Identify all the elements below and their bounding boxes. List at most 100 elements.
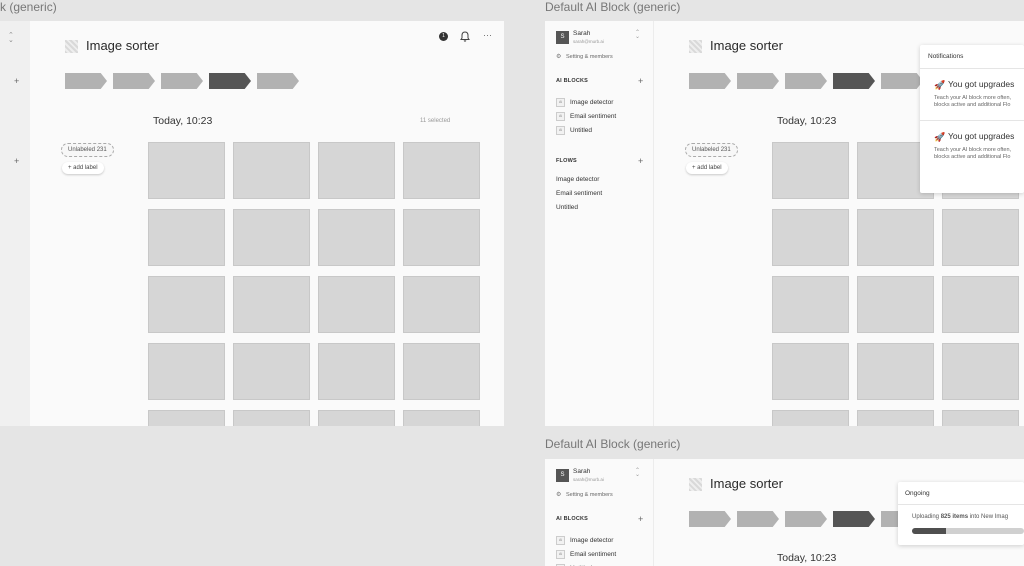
- step-2[interactable]: [113, 73, 155, 89]
- image-tile[interactable]: [233, 343, 310, 400]
- flows-heading: FLOWS: [556, 158, 577, 164]
- add-ai-block-button[interactable]: +: [638, 514, 643, 524]
- step-4-active[interactable]: [833, 511, 875, 527]
- sidebar-item-email-sentiment[interactable]: Ai Email sentiment: [556, 112, 616, 121]
- settings-link[interactable]: Setting & members: [566, 54, 613, 60]
- image-tile[interactable]: [148, 142, 225, 199]
- divider: [898, 504, 1024, 505]
- right-bottom-frame: S Sarah sarah@murb.ai ⌃ ⌄ ⚙ Setting & mem…: [545, 459, 1024, 566]
- datetime-heading: Today, 10:23: [777, 552, 837, 564]
- rocket-icon: 🚀: [934, 132, 946, 142]
- image-tile[interactable]: [233, 209, 310, 266]
- image-tile[interactable]: [318, 410, 395, 426]
- more-options-icon[interactable]: ···: [483, 30, 492, 40]
- step-4-active[interactable]: [833, 73, 875, 89]
- image-tile[interactable]: [772, 276, 849, 333]
- stepper: [65, 73, 299, 89]
- ai-block-icon: Ai: [556, 550, 565, 559]
- image-tile[interactable]: [942, 410, 1019, 426]
- datetime-heading: Today, 10:23: [153, 115, 213, 127]
- page-title: Image sorter: [710, 38, 783, 53]
- upload-progress-bar: [912, 528, 1024, 534]
- image-tile[interactable]: [942, 276, 1019, 333]
- step-3[interactable]: [785, 511, 827, 527]
- image-tile[interactable]: [857, 410, 934, 426]
- image-tile[interactable]: [403, 209, 480, 266]
- account-switch-icon[interactable]: ⌃ ⌄: [635, 30, 640, 40]
- image-tile[interactable]: [318, 142, 395, 199]
- image-tile[interactable]: [233, 410, 310, 426]
- image-tile[interactable]: [318, 343, 395, 400]
- upload-status-text: Uploading 825 items into New Imag: [912, 514, 1009, 520]
- add-label-button[interactable]: + add label: [686, 162, 728, 174]
- account-switch-icon[interactable]: ⌃ ⌄: [635, 468, 640, 478]
- sidebar-item-image-detector[interactable]: Ai Image detector: [556, 536, 613, 545]
- image-tile[interactable]: [403, 410, 480, 426]
- image-tile[interactable]: [318, 209, 395, 266]
- sidebar-item-email-sentiment[interactable]: Ai Email sentiment: [556, 550, 616, 559]
- image-tile[interactable]: [403, 276, 480, 333]
- label-pill-unlabeled[interactable]: Unlabeled 231: [685, 143, 738, 157]
- sidebar-flow-email-sentiment[interactable]: Email sentiment: [556, 190, 602, 197]
- image-tile[interactable]: [318, 276, 395, 333]
- image-tile[interactable]: [233, 142, 310, 199]
- ongoing-title: Ongoing: [905, 490, 930, 497]
- notification-text: blocks active and additional Flo: [934, 102, 1011, 108]
- gear-icon[interactable]: ⚙: [556, 53, 561, 60]
- sidebar-item-image-detector[interactable]: Ai Image detector: [556, 98, 613, 107]
- image-grid: [148, 142, 480, 426]
- bell-icon[interactable]: [460, 31, 470, 42]
- step-2[interactable]: [737, 73, 779, 89]
- page-title: Image sorter: [710, 476, 783, 491]
- ai-block-icon: Ai: [556, 536, 565, 545]
- step-5[interactable]: [881, 73, 923, 89]
- image-tile[interactable]: [857, 209, 934, 266]
- notification-count-badge[interactable]: 1: [439, 32, 448, 41]
- image-tile[interactable]: [148, 410, 225, 426]
- image-tile[interactable]: [148, 276, 225, 333]
- image-tile[interactable]: [942, 343, 1019, 400]
- image-tile[interactable]: [857, 343, 934, 400]
- image-tile[interactable]: [772, 410, 849, 426]
- image-tile[interactable]: [403, 142, 480, 199]
- add-ai-block-button[interactable]: +: [638, 76, 643, 86]
- step-1[interactable]: [689, 511, 731, 527]
- ai-blocks-heading: AI BLOCKS: [556, 516, 589, 522]
- image-tile[interactable]: [942, 209, 1019, 266]
- image-tile[interactable]: [772, 343, 849, 400]
- step-4-active[interactable]: [209, 73, 251, 89]
- step-2[interactable]: [737, 511, 779, 527]
- image-tile[interactable]: [772, 209, 849, 266]
- label-pill-unlabeled[interactable]: Unlabeled 231: [61, 143, 114, 157]
- right-top-frame: S Sarah sarah@murb.ai ⌃ ⌄ ⚙ Setting & mem…: [545, 21, 1024, 426]
- image-tile[interactable]: [233, 276, 310, 333]
- image-tile[interactable]: [772, 142, 849, 199]
- add-label-button[interactable]: + add label: [62, 162, 104, 174]
- image-tile[interactable]: [148, 209, 225, 266]
- avatar[interactable]: S: [556, 469, 569, 482]
- step-5[interactable]: [257, 73, 299, 89]
- add-flow-button[interactable]: +: [638, 156, 643, 166]
- step-1[interactable]: [65, 73, 107, 89]
- add-block-button[interactable]: +: [14, 76, 19, 86]
- step-3[interactable]: [161, 73, 203, 89]
- left-rail: ⌃ ⌄ + +: [0, 21, 30, 426]
- sidebar-flow-untitled[interactable]: Untitled: [556, 204, 578, 211]
- notification-item[interactable]: 🚀 You got upgrades Teach your AI block m…: [920, 121, 1024, 171]
- ai-blocks-heading: AI BLOCKS: [556, 78, 589, 84]
- sidebar-flow-image-detector[interactable]: Image detector: [556, 176, 599, 183]
- expand-collapse-icon[interactable]: ⌃ ⌄: [8, 32, 14, 44]
- settings-link[interactable]: Setting & members: [566, 492, 613, 498]
- gear-icon[interactable]: ⚙: [556, 491, 561, 498]
- notification-item[interactable]: 🚀 You got upgrades Teach your AI block m…: [920, 69, 1024, 119]
- frame-label-right-top: Default AI Block (generic): [545, 0, 681, 14]
- image-tile[interactable]: [857, 276, 934, 333]
- sidebar-item-untitled[interactable]: AiUntitled: [556, 126, 592, 135]
- avatar[interactable]: S: [556, 31, 569, 44]
- step-1[interactable]: [689, 73, 731, 89]
- add-flow-button[interactable]: +: [14, 156, 19, 166]
- image-tile[interactable]: [148, 343, 225, 400]
- image-tile[interactable]: [403, 343, 480, 400]
- notification-title: You got upgrades: [948, 79, 1015, 89]
- step-3[interactable]: [785, 73, 827, 89]
